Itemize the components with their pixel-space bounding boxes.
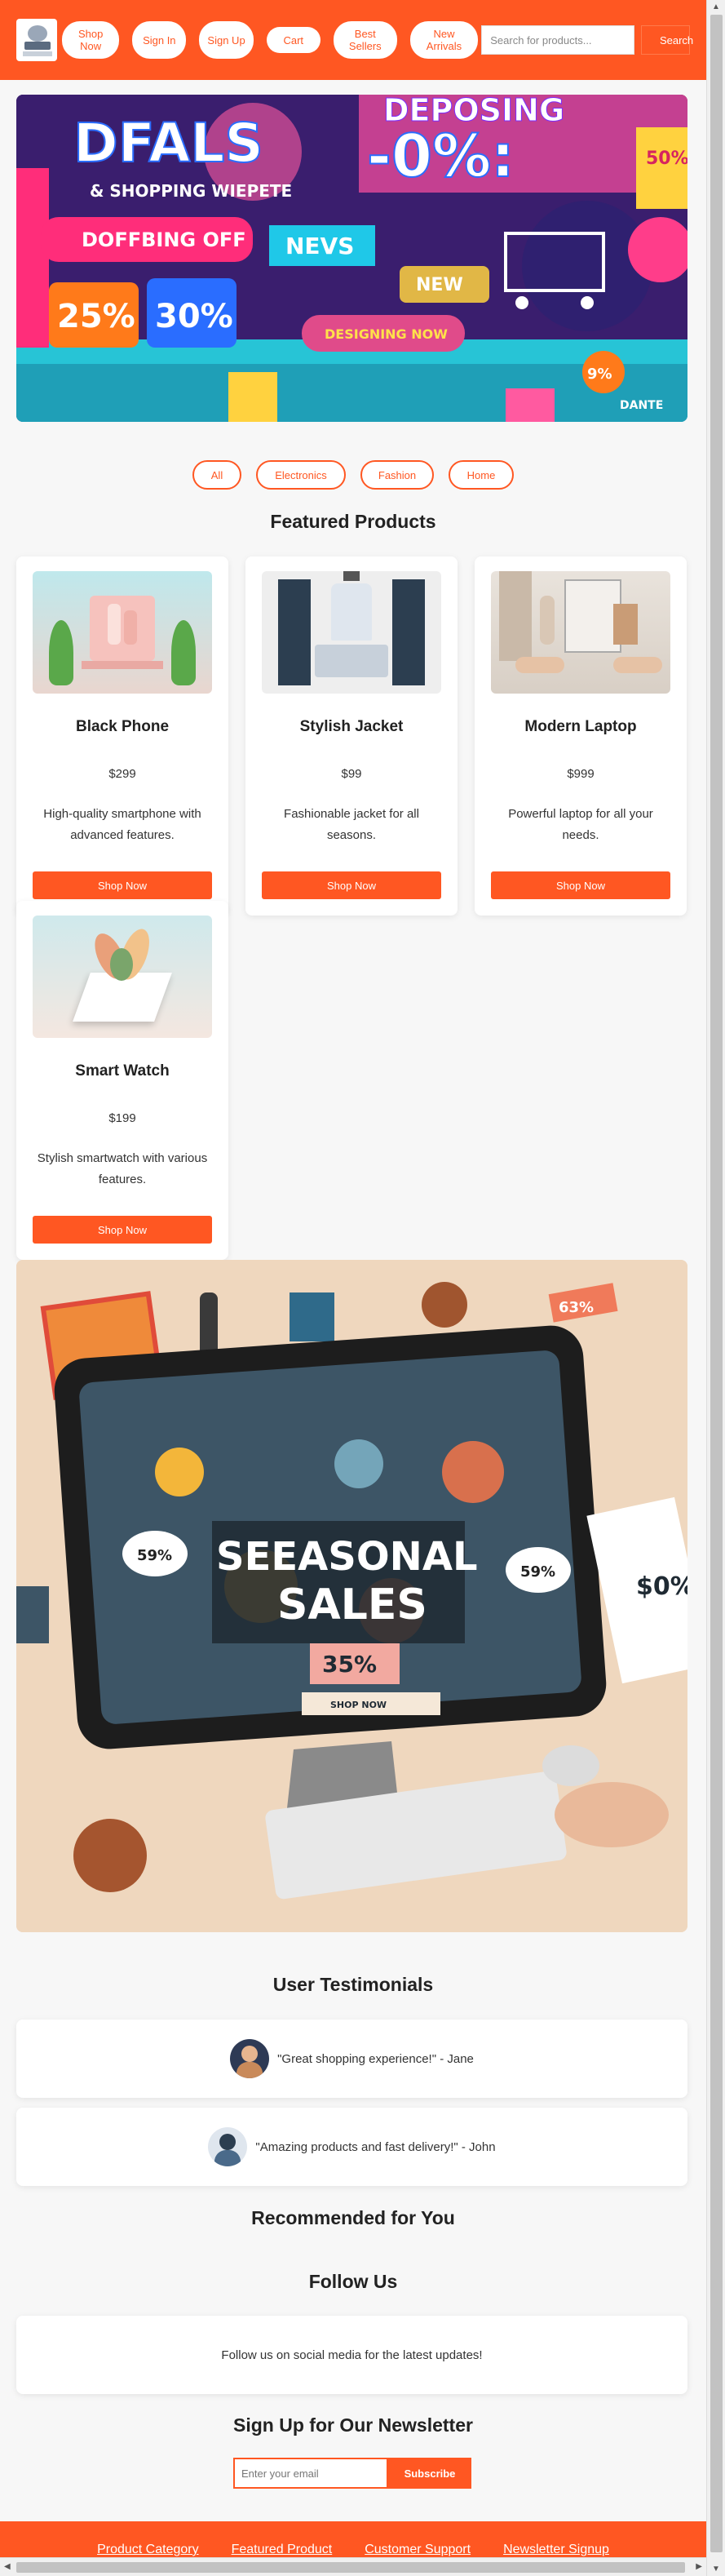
product-card[interactable]: Black Phone $299 High-quality smartphone…	[16, 556, 228, 916]
product-description: High-quality smartphone with advanced fe…	[43, 807, 201, 842]
seasonal-title-2: SALES	[277, 1581, 427, 1629]
seasonal-shop: SHOP NOW	[330, 1700, 387, 1710]
seasonal-pct-center: 35%	[322, 1651, 377, 1678]
seasonal-tag: 63%	[559, 1299, 594, 1316]
filter-electronics-button[interactable]: Electronics	[256, 460, 346, 490]
page: Shop Now Sign In Sign Up Cart Best Selle…	[0, 0, 706, 2576]
shop-now-button[interactable]: Shop Now	[491, 871, 670, 899]
hero-text-25: 25%	[57, 298, 135, 335]
hero-text-news: NEVS	[285, 233, 354, 259]
seasonal-sales-banner[interactable]: 63% SEEASONAL SALES 59% 59% 35% SHOP NOW	[16, 1260, 687, 1932]
product-price: $199	[108, 1111, 136, 1125]
subscribe-button[interactable]: Subscribe	[388, 2458, 471, 2489]
testimonial-text: "Amazing products and fast delivery!" - …	[255, 2139, 496, 2154]
product-image[interactable]	[491, 571, 670, 694]
avatar	[230, 2039, 270, 2078]
search-button[interactable]: Search	[640, 25, 693, 55]
filter-fashion-button[interactable]: Fashion	[360, 460, 434, 490]
testimonial-card: "Great shopping experience!" - Jane	[16, 2020, 687, 2098]
shop-now-button[interactable]: Shop Now	[33, 1216, 212, 1244]
filter-home-button[interactable]: Home	[449, 460, 514, 490]
product-price: $299	[108, 767, 136, 781]
logo[interactable]	[16, 19, 58, 61]
scroll-down-icon[interactable]: ▼	[712, 2565, 720, 2574]
product-card[interactable]: Modern Laptop $999 Powerful laptop for a…	[475, 556, 687, 916]
scroll-left-icon[interactable]: ◀	[4, 2562, 11, 2571]
horizontal-scrollbar[interactable]: ◀ ▶	[0, 2557, 706, 2576]
follow-us-text: Follow us on social media for the latest…	[221, 2348, 483, 2362]
horizontal-scroll-thumb[interactable]	[16, 2562, 685, 2573]
scroll-right-icon[interactable]: ▶	[696, 2562, 702, 2571]
product-card[interactable]: Smart Watch $199 Stylish smartwatch with…	[16, 901, 228, 1260]
hero-text-dante: DANTE	[620, 399, 663, 412]
product-card[interactable]: Stylish Jacket $99 Fashionable jacket fo…	[245, 556, 458, 916]
product-image[interactable]	[33, 571, 212, 694]
testimonial-card: "Amazing products and fast delivery!" - …	[16, 2108, 687, 2186]
newsletter-email-input[interactable]: Enter your email	[233, 2458, 388, 2489]
product-description: Fashionable jacket for all seasons.	[284, 807, 419, 842]
hero-text-new: NEW	[416, 275, 463, 295]
vertical-scroll-thumb[interactable]	[710, 15, 723, 2552]
nav-cart-button[interactable]: Cart	[266, 27, 321, 53]
seasonal-title-1: SEEASONAL	[216, 1534, 478, 1580]
product-image[interactable]	[262, 571, 441, 694]
seasonal-pct-right: 59%	[520, 1563, 555, 1581]
nav-shop-now-button[interactable]: Shop Now	[62, 21, 120, 59]
hero-text-9: 9%	[587, 366, 612, 383]
product-description: Stylish smartwatch with various features…	[37, 1151, 208, 1186]
product-description: Powerful laptop for all your needs.	[508, 807, 653, 842]
hero-text-sub: & SHOPPING WIEPETE	[90, 181, 292, 201]
product-price: $999	[567, 767, 595, 781]
featured-products-title: Featured Products	[270, 511, 436, 532]
hero-text-50: 50%	[646, 149, 687, 169]
site-header: Shop Now Sign In Sign Up Cart Best Selle…	[0, 0, 706, 80]
vertical-scrollbar[interactable]: ▲ ▼	[706, 0, 725, 2576]
scroll-up-icon[interactable]: ▲	[712, 2, 720, 11]
nav-sign-up-button[interactable]: Sign Up	[199, 21, 254, 59]
product-image[interactable]	[33, 916, 212, 1038]
nav-best-sellers-button[interactable]: Best Sellers	[333, 21, 397, 59]
follow-us-title: Follow Us	[308, 2271, 398, 2292]
product-name: Modern Laptop	[524, 718, 637, 735]
hero-text-30: 30%	[155, 298, 233, 335]
hero-text-main: DFALS	[73, 112, 263, 175]
newsletter-title: Sign Up for Our Newsletter	[233, 2414, 473, 2436]
hero-text-designing: DESIGNING NOW	[325, 326, 448, 342]
shop-now-button[interactable]: Shop Now	[262, 871, 441, 899]
product-name: Stylish Jacket	[299, 718, 404, 735]
search-input[interactable]: Search for products...	[481, 25, 634, 55]
filter-all-button[interactable]: All	[192, 460, 241, 490]
nav-new-arrivals-button[interactable]: New Arrivals	[409, 21, 479, 59]
hero-illustration: DFALS & SHOPPING WIEPETE DEPOSING -0%: 5…	[16, 95, 687, 422]
hero-banner[interactable]: DFALS & SHOPPING WIEPETE DEPOSING -0%: 5…	[16, 95, 687, 422]
seasonal-illustration: 63% SEEASONAL SALES 59% 59% 35% SHOP NOW	[16, 1260, 687, 1932]
product-name: Smart Watch	[75, 1062, 170, 1080]
category-filters: All Electronics Fashion Home	[0, 460, 706, 490]
follow-us-card: Follow us on social media for the latest…	[16, 2316, 687, 2394]
recommended-title: Recommended for You	[251, 2207, 455, 2228]
newsletter-form: Enter your email Subscribe	[233, 2458, 471, 2489]
seasonal-pct-left: 59%	[137, 1547, 172, 1564]
product-price: $99	[341, 767, 362, 781]
testimonial-text: "Great shopping experience!" - Jane	[277, 2051, 474, 2066]
seasonal-side: $0%	[636, 1572, 687, 1601]
shop-now-button[interactable]: Shop Now	[33, 871, 212, 899]
avatar	[208, 2127, 248, 2166]
hero-text-pct: -0%:	[367, 122, 515, 190]
testimonials-title: User Testimonials	[272, 1974, 434, 1995]
nav-sign-in-button[interactable]: Sign In	[132, 21, 187, 59]
product-name: Black Phone	[75, 718, 170, 735]
hero-text-off: DOFFBING OFF	[82, 228, 246, 251]
